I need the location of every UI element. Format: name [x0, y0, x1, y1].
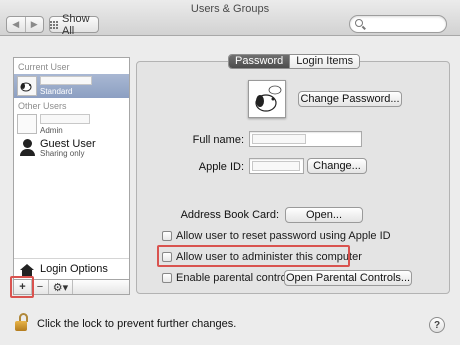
parental-controls-checkbox[interactable]	[162, 273, 172, 283]
redacted-full-name	[252, 134, 306, 144]
current-user-role: Standard	[40, 87, 73, 96]
change-password-button[interactable]: Change Password...	[298, 91, 402, 107]
parental-controls-label: Enable parental controls	[176, 272, 295, 284]
search-icon	[355, 19, 363, 27]
help-button[interactable]: ?	[429, 317, 445, 333]
parental-controls-option[interactable]: Enable parental controls	[162, 272, 295, 284]
administer-computer-checkbox[interactable]	[162, 252, 172, 262]
user-picture[interactable]	[248, 80, 286, 118]
reset-password-label: Allow user to reset password using Apple…	[176, 230, 391, 242]
other-users-heading: Other Users	[18, 101, 67, 111]
login-options-item[interactable]: Login Options	[40, 263, 108, 275]
snoopy-avatar-icon	[20, 82, 32, 92]
grid-icon	[50, 20, 58, 29]
sidebar-item-current-user[interactable]: Standard	[14, 74, 129, 98]
redacted-username	[40, 76, 92, 85]
redacted-username	[40, 114, 90, 124]
users-sidebar: Current User Standard Other Users Admin …	[13, 57, 130, 280]
remove-user-button[interactable]: −	[32, 280, 49, 294]
tab-bar: Password Login Items	[228, 54, 361, 69]
snoopy-picture-icon	[255, 85, 282, 112]
sidebar-item-guest-user[interactable]: Guest User Sharing only	[14, 138, 129, 160]
gear-menu-button[interactable]: ⚙▾	[49, 280, 73, 294]
sidebar-divider	[14, 258, 129, 259]
address-book-card-label: Address Book Card:	[180, 209, 279, 221]
window-titlebar: Users & Groups ◀ ▶ Show All	[0, 0, 460, 37]
redacted-apple-id	[252, 161, 300, 171]
add-user-button[interactable]: +	[14, 280, 32, 294]
tab-login-items[interactable]: Login Items	[289, 55, 360, 68]
sidebar-item-other-user[interactable]: Admin	[14, 113, 129, 137]
full-name-field[interactable]	[249, 131, 362, 147]
apple-id-label: Apple ID:	[198, 161, 244, 173]
lock-icon[interactable]	[15, 313, 29, 331]
back-forward-buttons: ◀ ▶	[6, 16, 44, 33]
avatar	[17, 76, 37, 96]
current-user-heading: Current User	[18, 62, 70, 72]
back-button[interactable]: ◀	[7, 17, 25, 32]
administer-computer-label: Allow user to administer this computer	[176, 251, 362, 263]
full-name-label: Full name:	[192, 134, 244, 146]
search-field[interactable]	[349, 15, 447, 33]
reset-password-option[interactable]: Allow user to reset password using Apple…	[162, 230, 391, 242]
open-parental-controls-button[interactable]: Open Parental Controls...	[284, 270, 412, 286]
house-icon	[20, 264, 34, 276]
avatar	[17, 114, 37, 134]
guest-user-icon	[23, 139, 32, 148]
guest-user-status: Sharing only	[40, 149, 85, 158]
search-input[interactable]	[366, 17, 444, 31]
administer-computer-option[interactable]: Allow user to administer this computer	[162, 251, 362, 263]
forward-button[interactable]: ▶	[24, 17, 44, 32]
open-address-book-button[interactable]: Open...	[285, 207, 363, 223]
lock-message: Click the lock to prevent further change…	[37, 318, 237, 330]
show-all-button[interactable]: Show All	[49, 13, 99, 37]
apple-id-field	[249, 158, 304, 174]
reset-password-checkbox[interactable]	[162, 231, 172, 241]
other-user-role: Admin	[40, 126, 63, 135]
sidebar-toolbar: + − ⚙▾	[13, 280, 130, 295]
show-all-label: Show All	[62, 12, 90, 37]
tab-password[interactable]: Password	[229, 55, 290, 68]
change-apple-id-button[interactable]: Change...	[307, 158, 367, 174]
